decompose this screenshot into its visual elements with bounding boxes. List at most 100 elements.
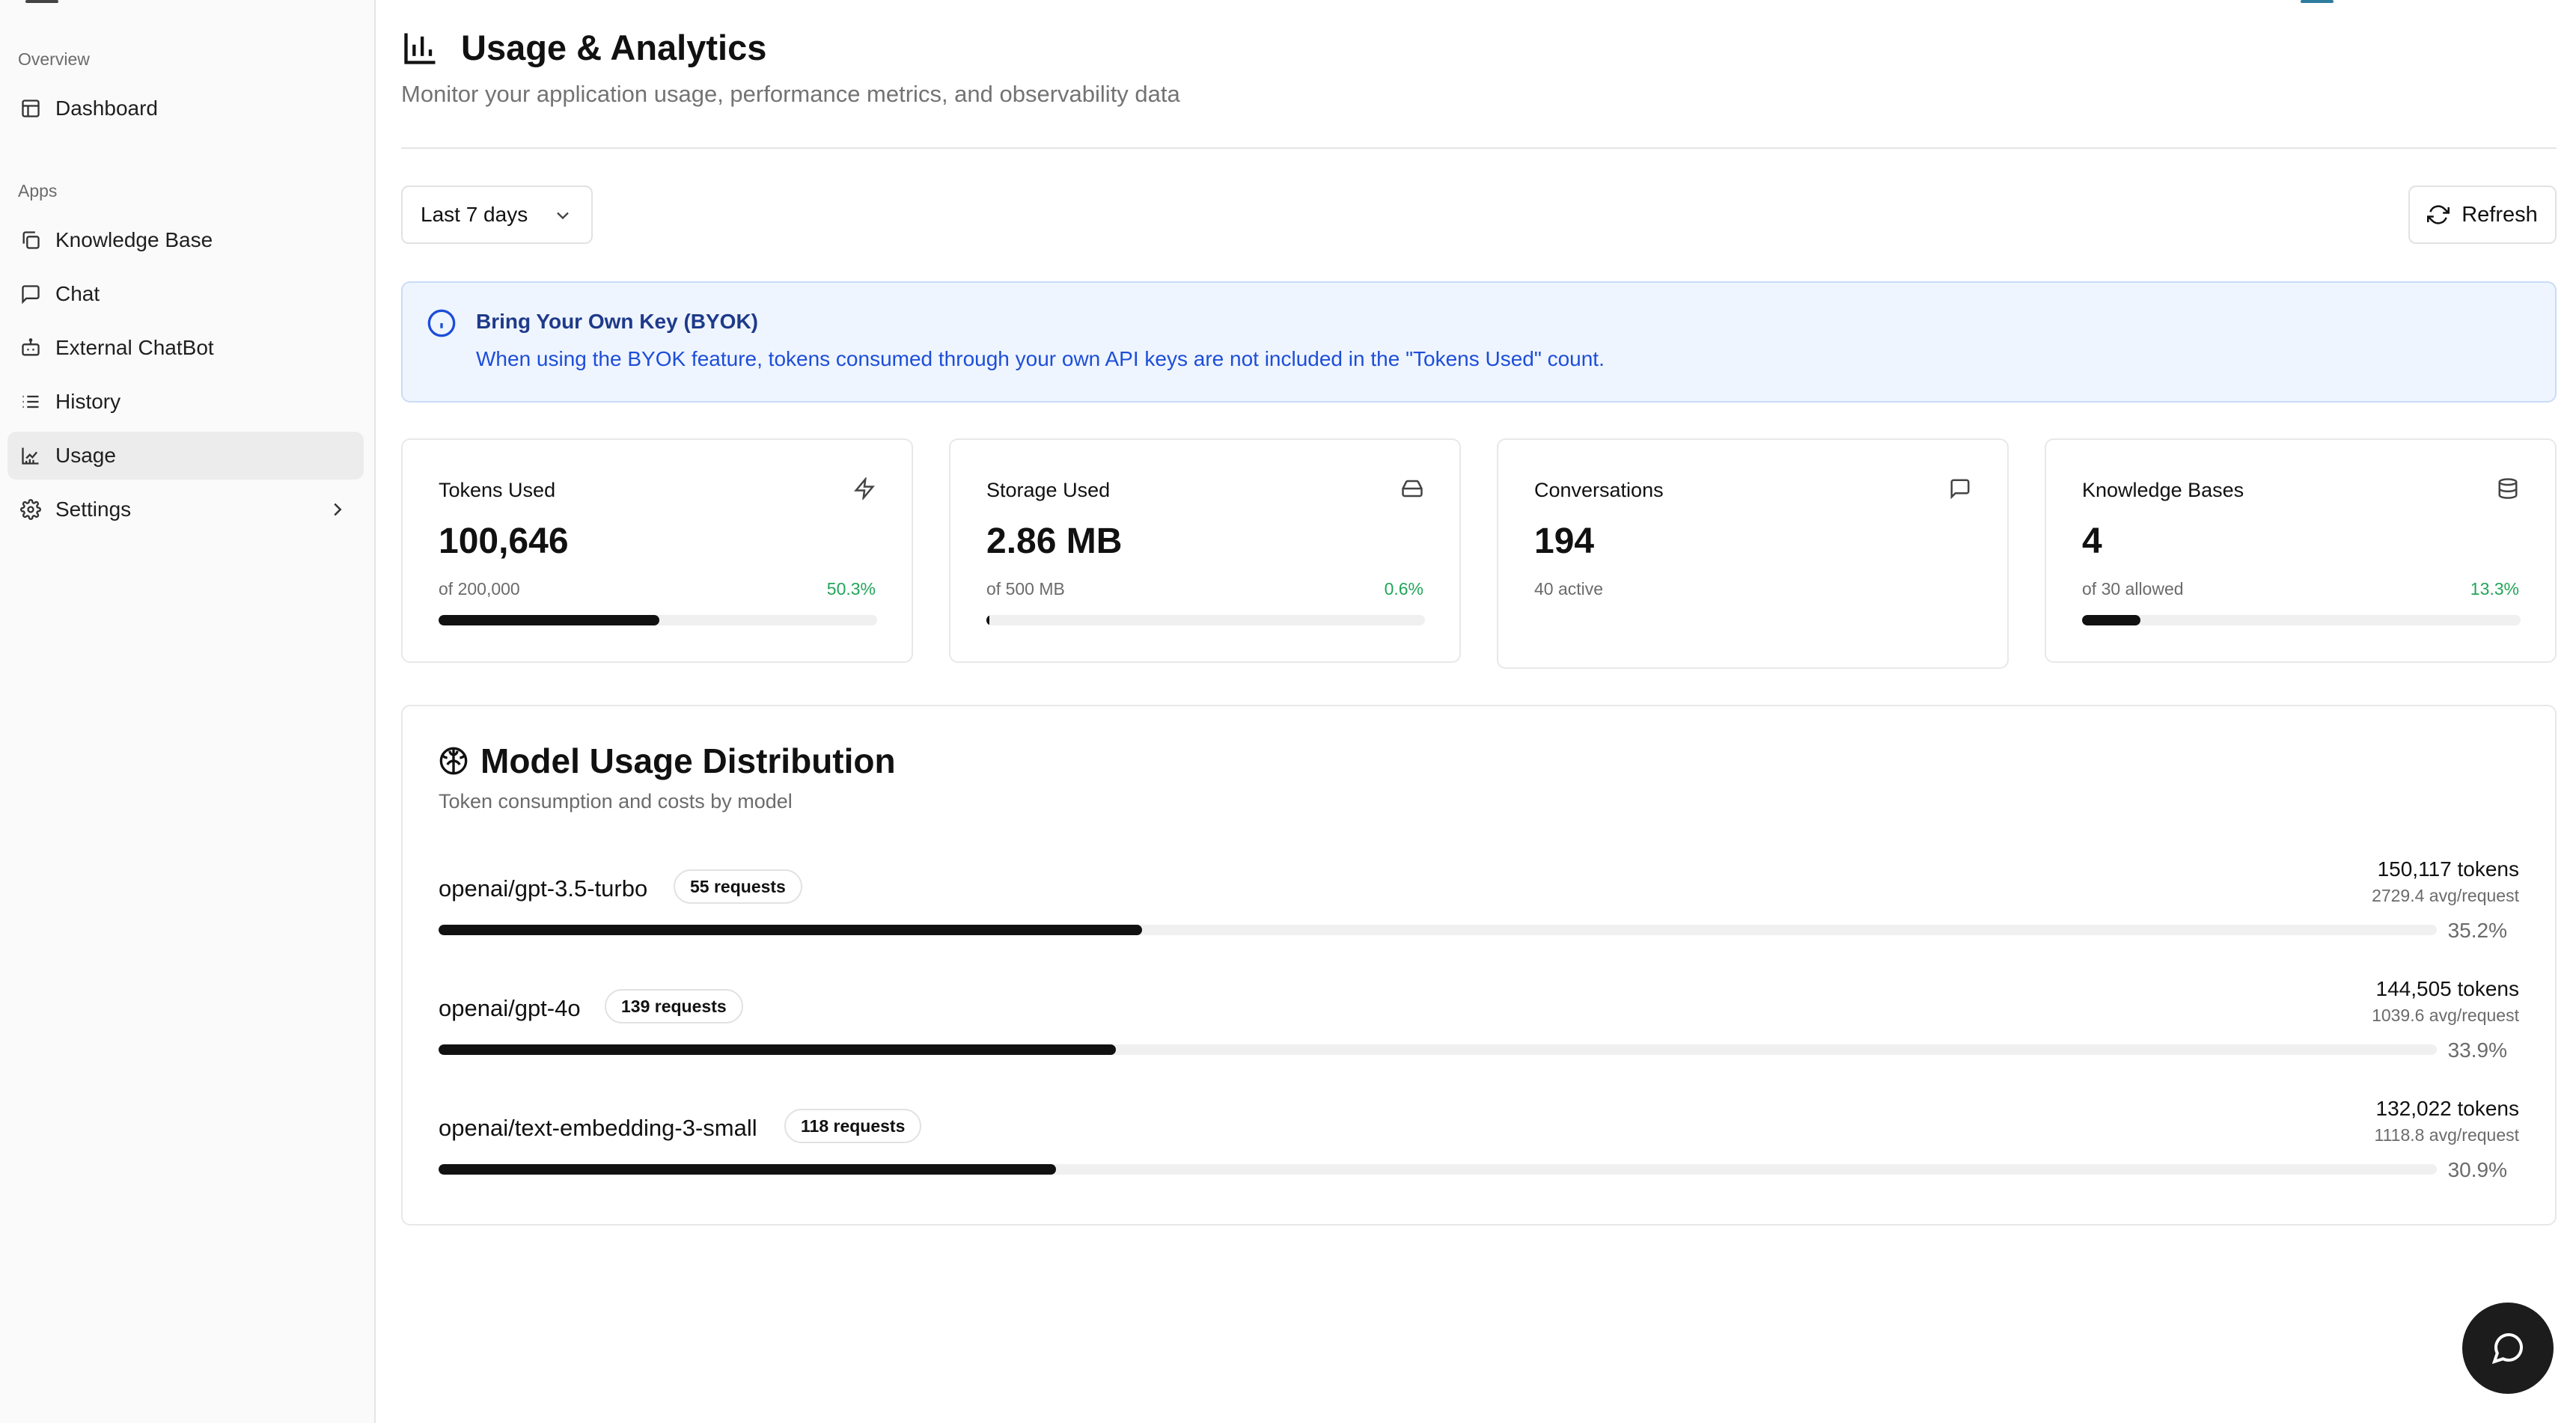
refresh-button[interactable]: Refresh	[2408, 186, 2557, 244]
info-icon	[427, 308, 457, 338]
chevron-right-icon	[326, 498, 349, 521]
stat-sub: of 500 MB	[986, 579, 1065, 599]
app-logo	[25, 0, 58, 3]
model-share-track	[439, 1044, 2437, 1055]
stat-progress-fill	[439, 615, 659, 625]
brain-icon	[439, 746, 468, 776]
list-icon	[19, 391, 42, 413]
sidebar: Overview Dashboard Apps Knowledge Base C…	[0, 0, 376, 1423]
model-percent: 35.2%	[2447, 919, 2507, 942]
stat-percent: 50.3%	[826, 579, 876, 599]
sidebar-item-label: Chat	[55, 282, 100, 305]
stat-progress-track	[986, 615, 1425, 625]
stat-card-conversations: Conversations 194 40 active	[1497, 438, 2009, 669]
requests-badge: 118 requests	[784, 1109, 922, 1143]
model-avg: 1039.6 avg/request	[2372, 1006, 2519, 1025]
sidebar-item-label: Usage	[55, 444, 116, 467]
model-row: openai/text-embedding-3-small 118 reques…	[439, 1094, 2519, 1191]
sidebar-item-external-chatbot[interactable]: External ChatBot	[7, 324, 364, 372]
sidebar-section-apps: Apps	[18, 181, 58, 201]
sidebar-item-usage[interactable]: Usage	[7, 432, 364, 480]
requests-badge: 139 requests	[605, 989, 743, 1023]
stat-progress-fill	[2082, 615, 2140, 625]
byok-notice: Bring Your Own Key (BYOK) When using the…	[401, 281, 2557, 403]
page-subtitle: Monitor your application usage, performa…	[401, 81, 1180, 107]
header-divider	[401, 147, 2557, 149]
sidebar-item-history[interactable]: History	[7, 378, 364, 426]
stat-progress-track	[439, 615, 877, 625]
model-avg: 1118.8 avg/request	[2374, 1125, 2519, 1145]
model-tokens: 144,505 tokens	[2375, 977, 2520, 1000]
model-share-fill	[439, 1044, 1117, 1055]
model-tokens: 132,022 tokens	[2375, 1097, 2520, 1120]
stat-label: Conversations	[1534, 479, 1664, 501]
stat-sub: 40 active	[1534, 579, 1604, 599]
stat-progress-track	[2082, 615, 2521, 625]
copy-icon	[19, 229, 42, 251]
message-square-icon	[19, 283, 42, 305]
stat-label: Tokens Used	[439, 479, 556, 501]
refresh-label: Refresh	[2461, 202, 2538, 227]
sidebar-item-chat[interactable]: Chat	[7, 270, 364, 318]
date-range-value: Last 7 days	[421, 203, 528, 226]
page-header: Usage & Analytics	[401, 27, 766, 68]
model-name: openai/gpt-3.5-turbo	[439, 875, 648, 902]
model-usage-subtitle: Token consumption and costs by model	[439, 790, 793, 813]
stat-progress-fill	[986, 615, 989, 625]
model-usage-card: Model Usage Distribution Token consumpti…	[401, 705, 2557, 1225]
bot-icon	[19, 337, 42, 359]
layout-icon	[19, 97, 42, 120]
stat-value: 194	[1534, 521, 1595, 561]
message-circle-icon	[2490, 1330, 2526, 1366]
model-row: openai/gpt-4o 139 requests 144,505 token…	[439, 974, 2519, 1071]
main-content: Usage & Analytics Monitor your applicati…	[401, 0, 2557, 1423]
model-share-fill	[439, 925, 1142, 935]
stat-sub: of 200,000	[439, 579, 520, 599]
model-percent: 33.9%	[2447, 1038, 2507, 1062]
model-share-track	[439, 1164, 2437, 1175]
sidebar-item-label: History	[55, 390, 121, 413]
model-avg: 2729.4 avg/request	[2372, 886, 2519, 905]
sidebar-item-dashboard[interactable]: Dashboard	[7, 85, 364, 132]
chart-line-icon	[19, 444, 42, 467]
message-square-icon	[1949, 477, 1971, 500]
stat-value: 100,646	[439, 521, 569, 561]
stat-value: 4	[2082, 521, 2102, 561]
page-title: Usage & Analytics	[461, 28, 767, 67]
stat-value: 2.86 MB	[986, 521, 1123, 561]
model-share-track	[439, 925, 2437, 935]
hard-drive-icon	[1401, 477, 1423, 500]
date-range-select[interactable]: Last 7 days	[401, 186, 593, 244]
requests-badge: 55 requests	[674, 869, 802, 904]
stat-card-tokens: Tokens Used 100,646 of 200,000 50.3%	[401, 438, 913, 663]
chevron-down-icon	[552, 205, 573, 226]
sidebar-item-label: Knowledge Base	[55, 228, 213, 251]
sidebar-item-knowledge-base[interactable]: Knowledge Base	[7, 216, 364, 264]
model-percent: 30.9%	[2447, 1158, 2507, 1181]
stat-percent: 13.3%	[2470, 579, 2519, 599]
zap-icon	[853, 477, 876, 500]
stat-card-knowledge-bases: Knowledge Bases 4 of 30 allowed 13.3%	[2045, 438, 2557, 663]
database-icon	[2497, 477, 2519, 500]
model-usage-header: Model Usage Distribution	[439, 741, 896, 781]
notice-text: When using the BYOK feature, tokens cons…	[476, 347, 1605, 370]
stat-label: Storage Used	[986, 479, 1111, 501]
sidebar-item-label: Settings	[55, 498, 132, 521]
refresh-icon	[2427, 203, 2450, 226]
stat-card-storage: Storage Used 2.86 MB of 500 MB 0.6%	[949, 438, 1461, 663]
model-row: openai/gpt-3.5-turbo 55 requests 150,117…	[439, 854, 2519, 952]
stat-label: Knowledge Bases	[2082, 479, 2244, 501]
chat-fab-button[interactable]	[2462, 1303, 2554, 1394]
notice-title: Bring Your Own Key (BYOK)	[476, 310, 758, 333]
sidebar-section-overview: Overview	[18, 49, 90, 69]
model-tokens: 150,117 tokens	[2377, 857, 2519, 881]
stat-percent: 0.6%	[1384, 579, 1423, 599]
bar-chart-icon	[401, 28, 440, 67]
stat-sub: of 30 allowed	[2082, 579, 2184, 599]
sidebar-item-label: Dashboard	[55, 97, 158, 120]
sidebar-item-label: External ChatBot	[55, 336, 214, 359]
gear-icon	[19, 498, 42, 521]
model-name: openai/gpt-4o	[439, 995, 581, 1021]
sidebar-item-settings[interactable]: Settings	[7, 486, 364, 533]
model-usage-title: Model Usage Distribution	[480, 741, 896, 780]
